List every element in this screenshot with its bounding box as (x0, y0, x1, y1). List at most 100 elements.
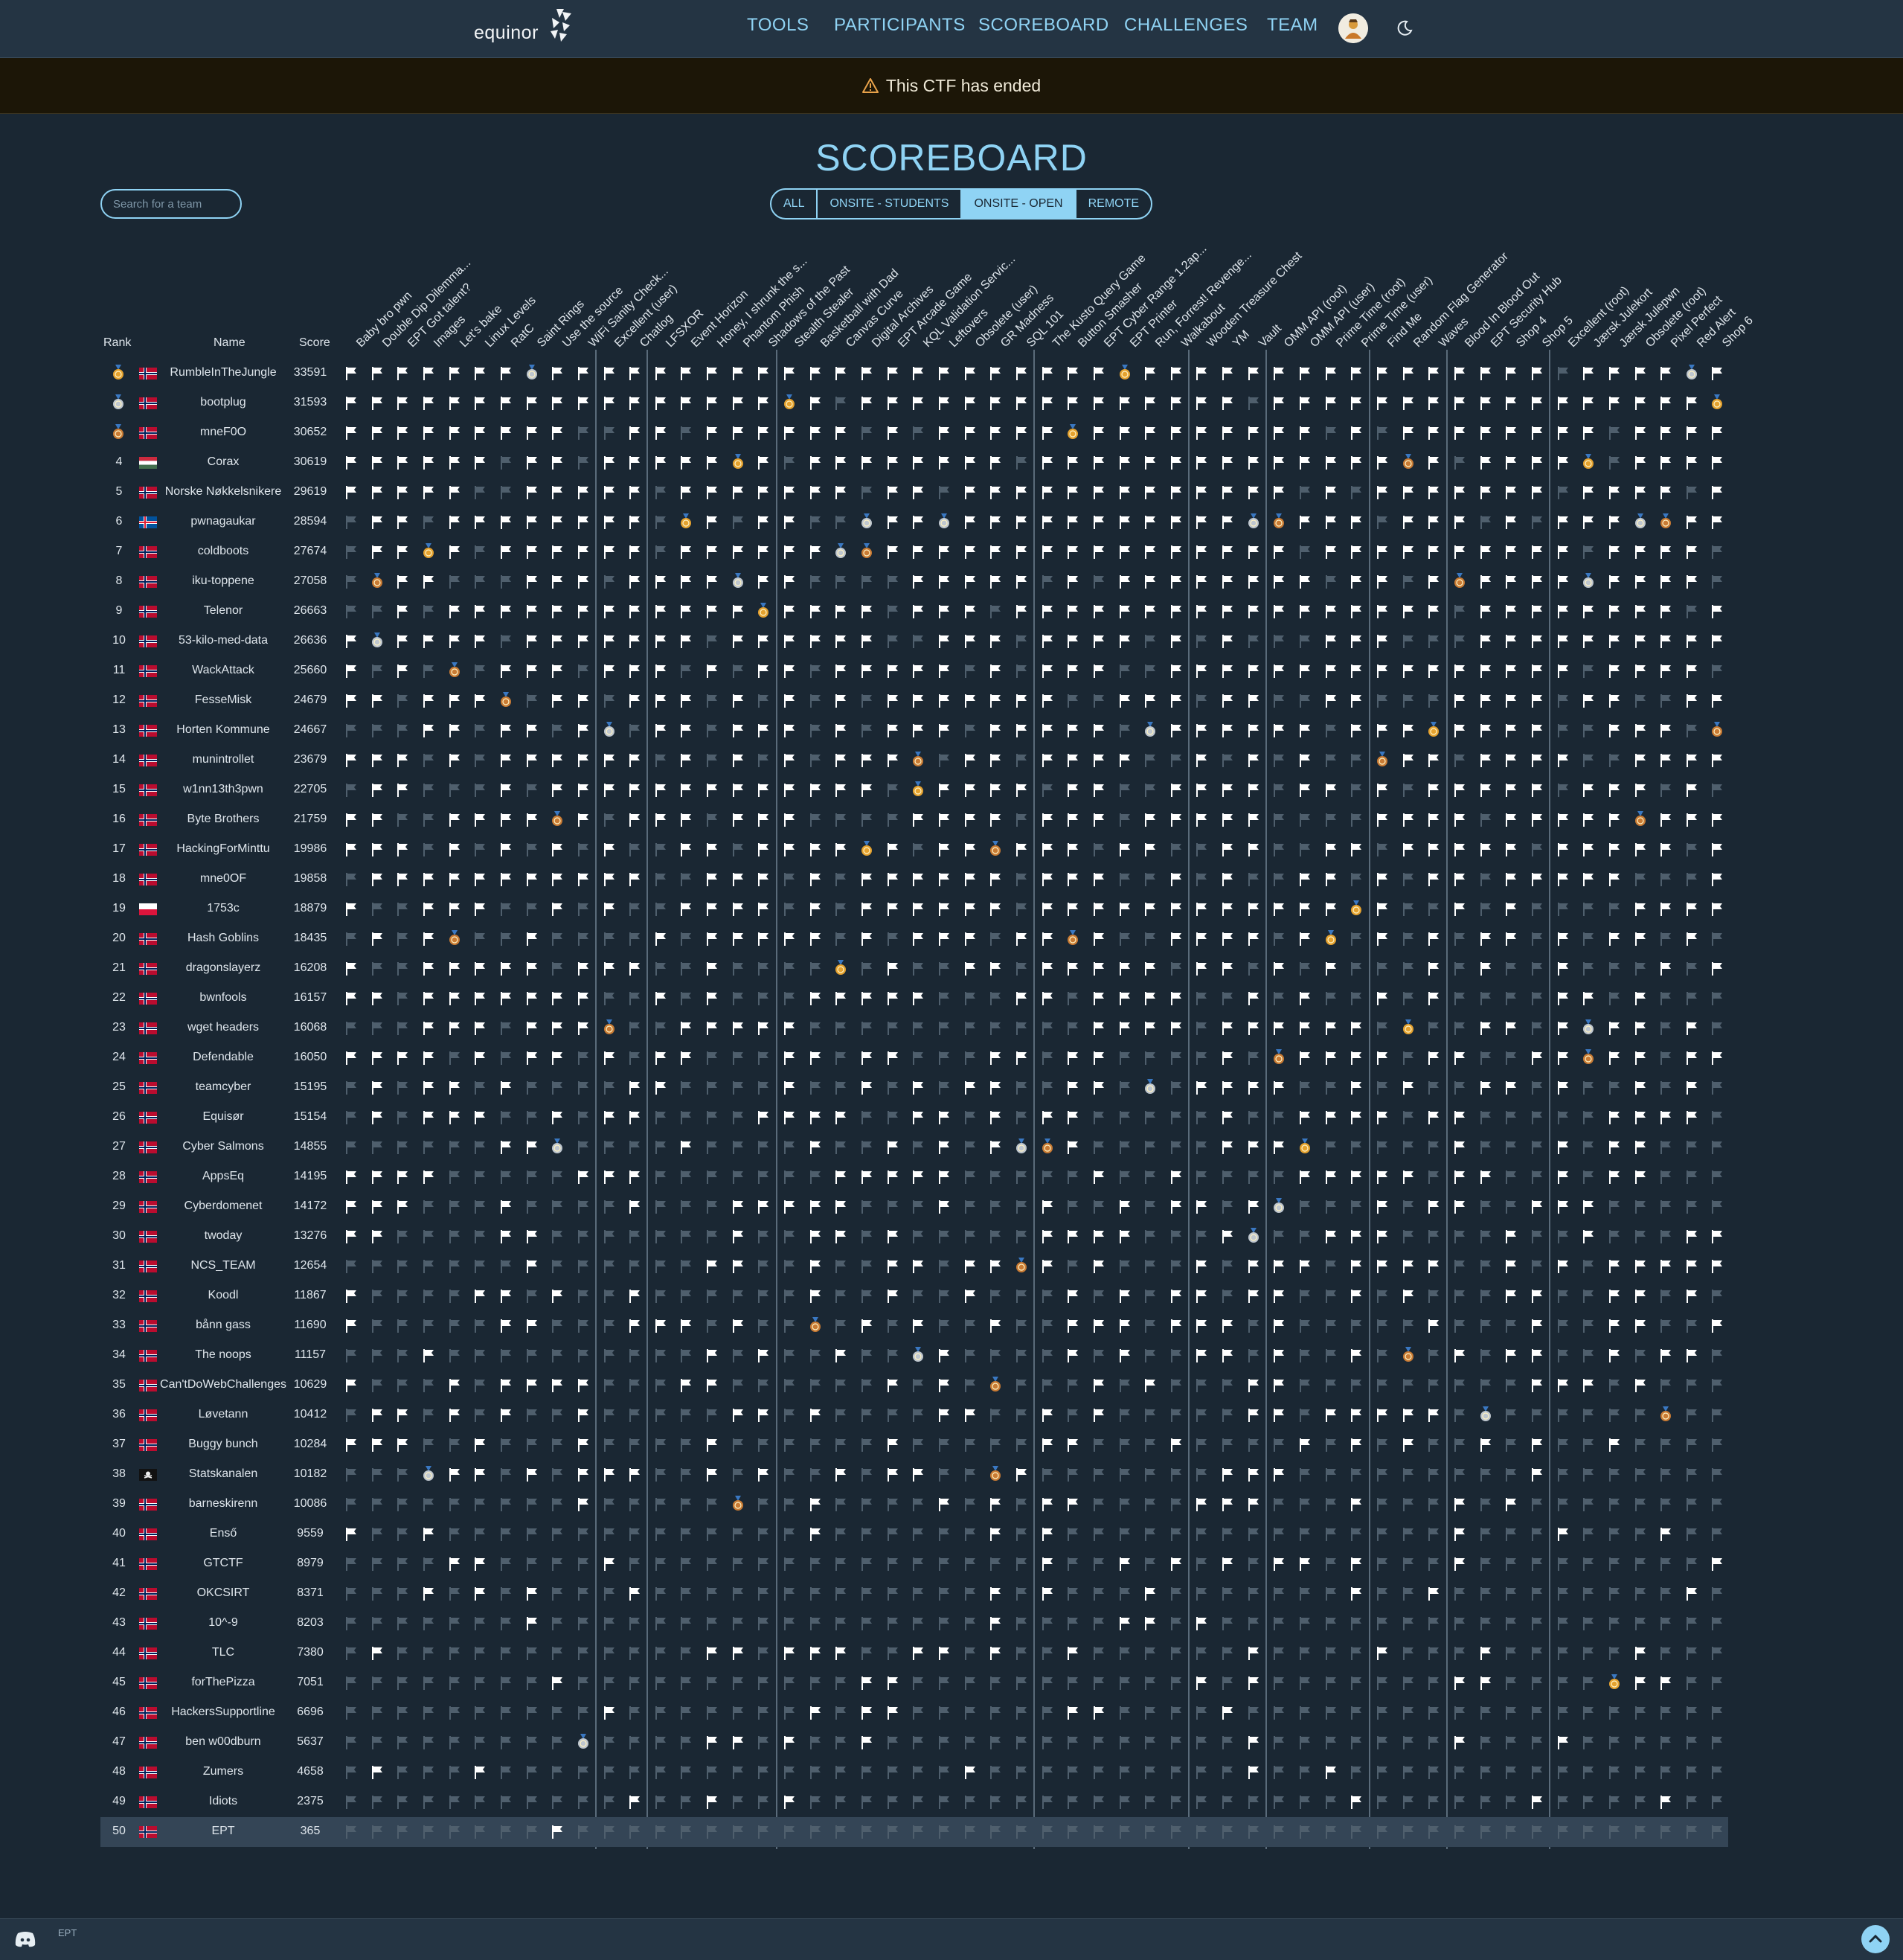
team-row[interactable]: 22bwnfools16157 (100, 984, 1728, 1013)
team-name[interactable]: dragonslayerz (160, 961, 286, 975)
team-name[interactable]: iku-toppene (160, 574, 286, 588)
team-name[interactable]: Cyber Salmons (160, 1140, 286, 1153)
filter-onsite-students[interactable]: ONSITE - STUDENTS (818, 190, 962, 218)
team-name[interactable]: The noops (160, 1348, 286, 1362)
team-name[interactable]: 53-kilo-med-data (160, 634, 286, 647)
team-name[interactable]: Enső (160, 1527, 286, 1540)
team-row[interactable]: 36Løvetann10412 (100, 1400, 1728, 1430)
nav-scoreboard[interactable]: SCOREBOARD (978, 15, 1109, 36)
discord-icon[interactable] (15, 1931, 36, 1947)
team-name[interactable]: Can'tDoWebChallenges (160, 1378, 286, 1391)
team-row[interactable]: 26Equisør15154 (100, 1103, 1728, 1133)
team-row[interactable]: 48Zumers4658 (100, 1758, 1728, 1787)
scroll-to-top-button[interactable] (1861, 1925, 1890, 1953)
team-name[interactable]: Cyberdomenet (160, 1200, 286, 1213)
nav-participants[interactable]: PARTICIPANTS (834, 15, 966, 36)
team-name[interactable]: munintrollet (160, 753, 286, 766)
team-row[interactable]: 31NCS_TEAM12654 (100, 1252, 1728, 1281)
team-name[interactable]: AppsEq (160, 1170, 286, 1183)
nav-challenges[interactable]: CHALLENGES (1124, 15, 1248, 36)
team-name[interactable]: Byte Brothers (160, 813, 286, 826)
team-row[interactable]: 28AppsEq14195 (100, 1162, 1728, 1192)
equinor-logo[interactable]: equinor (474, 7, 578, 49)
team-row[interactable]: 7coldboots27674 (100, 537, 1728, 567)
team-row[interactable]: 38Statskanalen10182 (100, 1460, 1728, 1490)
moon-icon[interactable] (1396, 19, 1413, 37)
team-row[interactable]: 27Cyber Salmons14855 (100, 1133, 1728, 1162)
team-row[interactable]: 34The noops11157 (100, 1341, 1728, 1371)
team-row[interactable]: 191753c18879 (100, 894, 1728, 924)
nav-team[interactable]: TEAM (1267, 15, 1318, 36)
team-name[interactable]: 10^-9 (160, 1616, 286, 1630)
team-row[interactable]: 17HackingForMinttu19986 (100, 835, 1728, 865)
challenge-header[interactable]: Vault (1257, 322, 1285, 350)
filter-all[interactable]: ALL (771, 190, 818, 218)
team-name[interactable]: NCS_TEAM (160, 1259, 286, 1272)
team-name[interactable]: barneskirenn (160, 1497, 286, 1511)
team-name[interactable]: bwnfools (160, 991, 286, 1005)
team-row[interactable]: 18mne0OF19858 (100, 865, 1728, 894)
team-name[interactable]: RumbleInTheJungle (160, 366, 286, 379)
team-row[interactable]: 42OKCSIRT8371 (100, 1579, 1728, 1609)
team-row[interactable]: 1053-kilo-med-data26636 (100, 627, 1728, 656)
team-name[interactable]: Buggy bunch (160, 1438, 286, 1451)
team-name[interactable]: bånn gass (160, 1319, 286, 1332)
team-row[interactable]: 45forThePizza7051 (100, 1668, 1728, 1698)
team-row[interactable]: 16Byte Brothers21759 (100, 805, 1728, 835)
team-row[interactable]: 23wget headers16068 (100, 1013, 1728, 1043)
team-name[interactable]: TLC (160, 1646, 286, 1659)
team-name[interactable]: EPT (160, 1825, 286, 1838)
team-name[interactable]: bootplug (160, 396, 286, 409)
team-row[interactable]: RumbleInTheJungle33591 (100, 359, 1728, 388)
team-name[interactable]: ben w00dburn (160, 1735, 286, 1749)
team-name[interactable]: teamcyber (160, 1080, 286, 1094)
team-row[interactable]: 11WackAttack25660 (100, 656, 1728, 686)
team-search-input[interactable] (100, 189, 242, 219)
team-row[interactable]: bootplug31593 (100, 388, 1728, 418)
team-name[interactable]: GTCTF (160, 1557, 286, 1570)
team-name[interactable]: mneF0O (160, 426, 286, 439)
team-name[interactable]: OKCSIRT (160, 1586, 286, 1600)
team-row[interactable]: 32Koodl11867 (100, 1281, 1728, 1311)
team-name[interactable]: WackAttack (160, 664, 286, 677)
team-name[interactable]: Corax (160, 455, 286, 469)
team-name[interactable]: mne0OF (160, 872, 286, 885)
team-row[interactable]: 47ben w00dburn5637 (100, 1728, 1728, 1758)
team-name[interactable]: twoday (160, 1229, 286, 1243)
team-row[interactable]: 46HackersSupportline6696 (100, 1698, 1728, 1728)
team-row[interactable]: 13Horten Kommune24667 (100, 716, 1728, 746)
team-name[interactable]: Horten Kommune (160, 723, 286, 737)
team-row[interactable]: 4Corax30619 (100, 448, 1728, 478)
team-row[interactable]: 15w1nn13th3pwn22705 (100, 775, 1728, 805)
ept-logo[interactable]: EPT (58, 1929, 77, 1937)
team-row[interactable]: 6pwnagaukar28594 (100, 507, 1728, 537)
team-row[interactable]: mneF0O30652 (100, 418, 1728, 448)
team-name[interactable]: Koodl (160, 1289, 286, 1302)
team-row[interactable]: 20Hash Goblins18435 (100, 924, 1728, 954)
team-row[interactable]: 12FesseMisk24679 (100, 686, 1728, 716)
team-row[interactable]: 30twoday13276 (100, 1222, 1728, 1252)
team-name[interactable]: Hash Goblins (160, 932, 286, 945)
team-row[interactable]: 37Buggy bunch10284 (100, 1430, 1728, 1460)
team-row[interactable]: 8iku-toppene27058 (100, 567, 1728, 597)
team-name[interactable]: Equisør (160, 1110, 286, 1124)
team-name[interactable]: Idiots (160, 1795, 286, 1808)
team-row[interactable]: 40Enső9559 (100, 1519, 1728, 1549)
team-row[interactable]: 35Can'tDoWebChallenges10629 (100, 1371, 1728, 1400)
team-row[interactable]: 29Cyberdomenet14172 (100, 1192, 1728, 1222)
team-row[interactable]: 44TLC7380 (100, 1639, 1728, 1668)
team-name[interactable]: pwnagaukar (160, 515, 286, 528)
team-row[interactable]: 21dragonslayerz16208 (100, 954, 1728, 984)
filter-onsite-open[interactable]: ONSITE - OPEN (962, 190, 1076, 218)
team-row[interactable]: 14munintrollet23679 (100, 746, 1728, 775)
team-name[interactable]: HackersSupportline (160, 1706, 286, 1719)
team-row[interactable]: 50EPT365 (100, 1817, 1728, 1847)
team-name[interactable]: Statskanalen (160, 1467, 286, 1481)
challenge-header[interactable]: YM (1230, 328, 1253, 350)
team-row[interactable]: 25teamcyber15195 (100, 1073, 1728, 1103)
team-row[interactable]: 41GTCTF8979 (100, 1549, 1728, 1579)
team-name[interactable]: Norske Nøkkelsnikere (160, 485, 286, 499)
team-row[interactable]: 24Defendable16050 (100, 1043, 1728, 1073)
team-row[interactable]: 5Norske Nøkkelsnikere29619 (100, 478, 1728, 507)
team-name[interactable]: Løvetann (160, 1408, 286, 1421)
